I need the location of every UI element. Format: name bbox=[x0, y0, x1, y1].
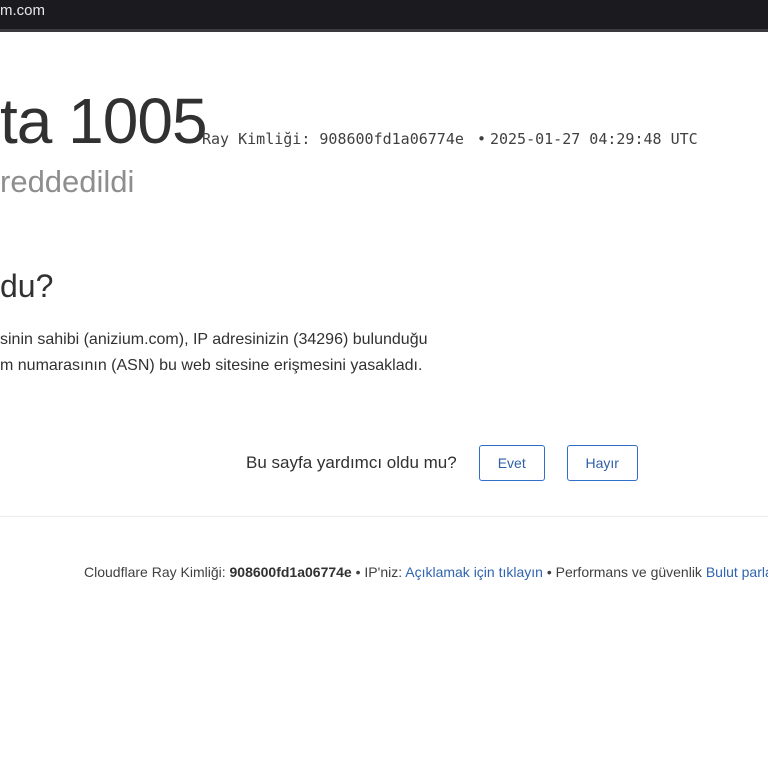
url-text: m.com bbox=[0, 2, 45, 19]
meta-separator: • bbox=[476, 130, 486, 148]
ray-id-label: Ray Kimliği: bbox=[202, 130, 311, 148]
what-happened-heading: du? bbox=[0, 268, 54, 304]
explanation-text: sinin sahibi (anizium.com), IP adresiniz… bbox=[0, 327, 768, 379]
divider bbox=[0, 516, 768, 517]
timestamp: 2025-01-27 04:29:48 UTC bbox=[489, 130, 698, 148]
feedback-no-button[interactable]: Hayır bbox=[566, 445, 638, 481]
footer: Cloudflare Ray Kimliği: 908600fd1a06774e… bbox=[84, 564, 768, 580]
error-code-heading: ta 1005 bbox=[0, 85, 208, 157]
ray-id-meta: Ray Kimliği: 908600fd1a06774e • 2025-01-2… bbox=[202, 130, 698, 148]
feedback-yes-button[interactable]: Evet bbox=[478, 445, 545, 481]
error-subtitle: reddedildi bbox=[0, 164, 135, 199]
footer-ray-label: Cloudflare Ray Kimliği: bbox=[84, 564, 226, 580]
feedback-question: Bu sayfa yardımcı oldu mu? bbox=[246, 453, 457, 472]
browser-address-bar[interactable]: m.com bbox=[0, 0, 768, 32]
reveal-ip-link[interactable]: Açıklamak için tıklayın bbox=[405, 564, 543, 580]
cloudflare-link[interactable]: Bulut parla bbox=[706, 564, 768, 580]
footer-ray-id: 908600fd1a06774e bbox=[229, 564, 352, 580]
feedback-widget: Bu sayfa yardımcı oldu mu? Evet Hayır bbox=[246, 445, 638, 481]
footer-bullet: • bbox=[546, 564, 552, 580]
explanation-line: m numarasının (ASN) bu web sitesine eriş… bbox=[0, 357, 423, 374]
explanation-line: sinin sahibi (anizium.com), IP adresiniz… bbox=[0, 331, 428, 348]
footer-perf-text: Performans ve güvenlik bbox=[555, 564, 702, 580]
footer-ip-label: IP'niz: bbox=[364, 564, 403, 580]
ray-id-value: 908600fd1a06774e bbox=[319, 130, 464, 148]
footer-bullet: • bbox=[355, 564, 361, 580]
